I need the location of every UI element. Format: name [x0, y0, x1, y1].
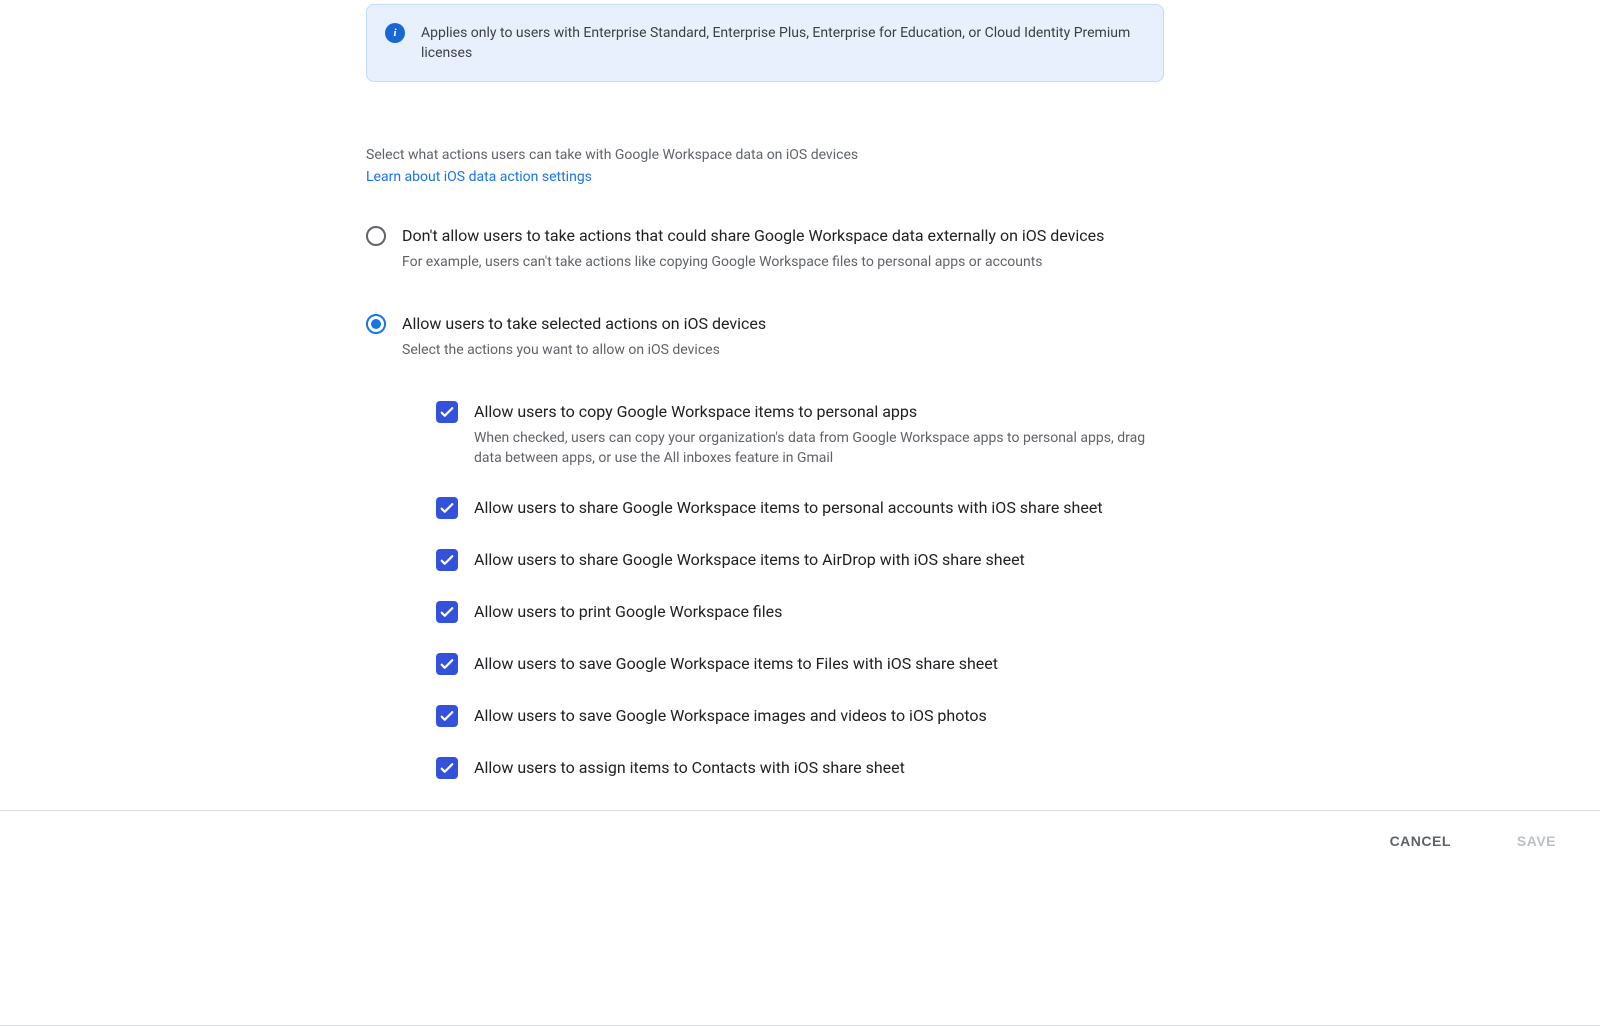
- radio-text: Allow users to take selected actions on …: [402, 312, 1164, 360]
- radio-input-dont-allow[interactable]: [366, 226, 386, 246]
- scroll-area: i Applies only to users with Enterprise …: [0, 0, 1600, 1026]
- checkbox-print[interactable]: Allow users to print Google Workspace fi…: [436, 600, 1164, 624]
- checkbox-copy-items[interactable]: Allow users to copy Google Workspace ite…: [436, 400, 1164, 468]
- checkbox-list: Allow users to copy Google Workspace ite…: [436, 400, 1164, 780]
- save-button[interactable]: SAVE: [1509, 825, 1564, 857]
- checkbox-label: Allow users to copy Google Workspace ite…: [474, 400, 1164, 424]
- checkbox-save-files[interactable]: Allow users to save Google Workspace ite…: [436, 652, 1164, 676]
- content-column: i Applies only to users with Enterprise …: [366, 0, 1164, 864]
- checkbox-label: Allow users to share Google Workspace it…: [474, 548, 1164, 572]
- checkbox-text: Allow users to save Google Workspace ima…: [474, 704, 1164, 728]
- checkbox-label: Allow users to save Google Workspace ima…: [474, 704, 1164, 728]
- checkbox-label: Allow users to assign items to Contacts …: [474, 756, 1164, 780]
- check-icon: [438, 403, 456, 421]
- checkbox-text: Allow users to share Google Workspace it…: [474, 548, 1164, 572]
- checkbox-input[interactable]: [436, 497, 458, 519]
- check-icon: [438, 551, 456, 569]
- checkbox-input[interactable]: [436, 653, 458, 675]
- checkbox-input[interactable]: [436, 757, 458, 779]
- radio-label: Don't allow users to take actions that c…: [402, 224, 1164, 248]
- check-icon: [438, 603, 456, 621]
- checkbox-share-personal[interactable]: Allow users to share Google Workspace it…: [436, 496, 1164, 520]
- checkbox-input[interactable]: [436, 549, 458, 571]
- section-intro: Select what actions users can take with …: [366, 144, 1164, 188]
- checkbox-text: Allow users to save Google Workspace ite…: [474, 652, 1164, 676]
- radio-text: Don't allow users to take actions that c…: [402, 224, 1164, 272]
- checkbox-share-airdrop[interactable]: Allow users to share Google Workspace it…: [436, 548, 1164, 572]
- checkbox-assign-contacts[interactable]: Allow users to assign items to Contacts …: [436, 756, 1164, 780]
- checkbox-input[interactable]: [436, 601, 458, 623]
- section-intro-text: Select what actions users can take with …: [366, 144, 1164, 166]
- learn-about-link[interactable]: Learn about iOS data action settings: [366, 169, 592, 185]
- checkbox-text: Allow users to copy Google Workspace ite…: [474, 400, 1164, 468]
- radio-option-dont-allow[interactable]: Don't allow users to take actions that c…: [366, 224, 1164, 272]
- check-icon: [438, 707, 456, 725]
- checkbox-text: Allow users to share Google Workspace it…: [474, 496, 1164, 520]
- check-icon: [438, 759, 456, 777]
- checkbox-label: Allow users to share Google Workspace it…: [474, 496, 1164, 520]
- checkbox-input[interactable]: [436, 705, 458, 727]
- checkbox-save-photos[interactable]: Allow users to save Google Workspace ima…: [436, 704, 1164, 728]
- radio-sublabel: Select the actions you want to allow on …: [402, 340, 1164, 360]
- check-icon: [438, 499, 456, 517]
- checkbox-text: Allow users to print Google Workspace fi…: [474, 600, 1164, 624]
- action-footer-bar: CANCEL SAVE: [0, 810, 1600, 870]
- checkbox-sublabel: When checked, users can copy your organi…: [474, 428, 1164, 468]
- checkbox-text: Allow users to assign items to Contacts …: [474, 756, 1164, 780]
- radio-option-allow-selected[interactable]: Allow users to take selected actions on …: [366, 312, 1164, 360]
- radio-group: Don't allow users to take actions that c…: [366, 224, 1164, 780]
- license-info-banner: i Applies only to users with Enterprise …: [366, 4, 1164, 82]
- radio-sublabel: For example, users can't take actions li…: [402, 252, 1164, 272]
- checkbox-label: Allow users to print Google Workspace fi…: [474, 600, 1164, 624]
- cancel-button[interactable]: CANCEL: [1382, 825, 1459, 857]
- checkbox-input[interactable]: [436, 401, 458, 423]
- radio-input-allow-selected[interactable]: [366, 314, 386, 334]
- check-icon: [438, 655, 456, 673]
- info-icon: i: [385, 23, 405, 43]
- checkbox-label: Allow users to save Google Workspace ite…: [474, 652, 1164, 676]
- page-root: i Applies only to users with Enterprise …: [0, 0, 1600, 1026]
- radio-label: Allow users to take selected actions on …: [402, 312, 1164, 336]
- license-info-text: Applies only to users with Enterprise St…: [421, 23, 1139, 63]
